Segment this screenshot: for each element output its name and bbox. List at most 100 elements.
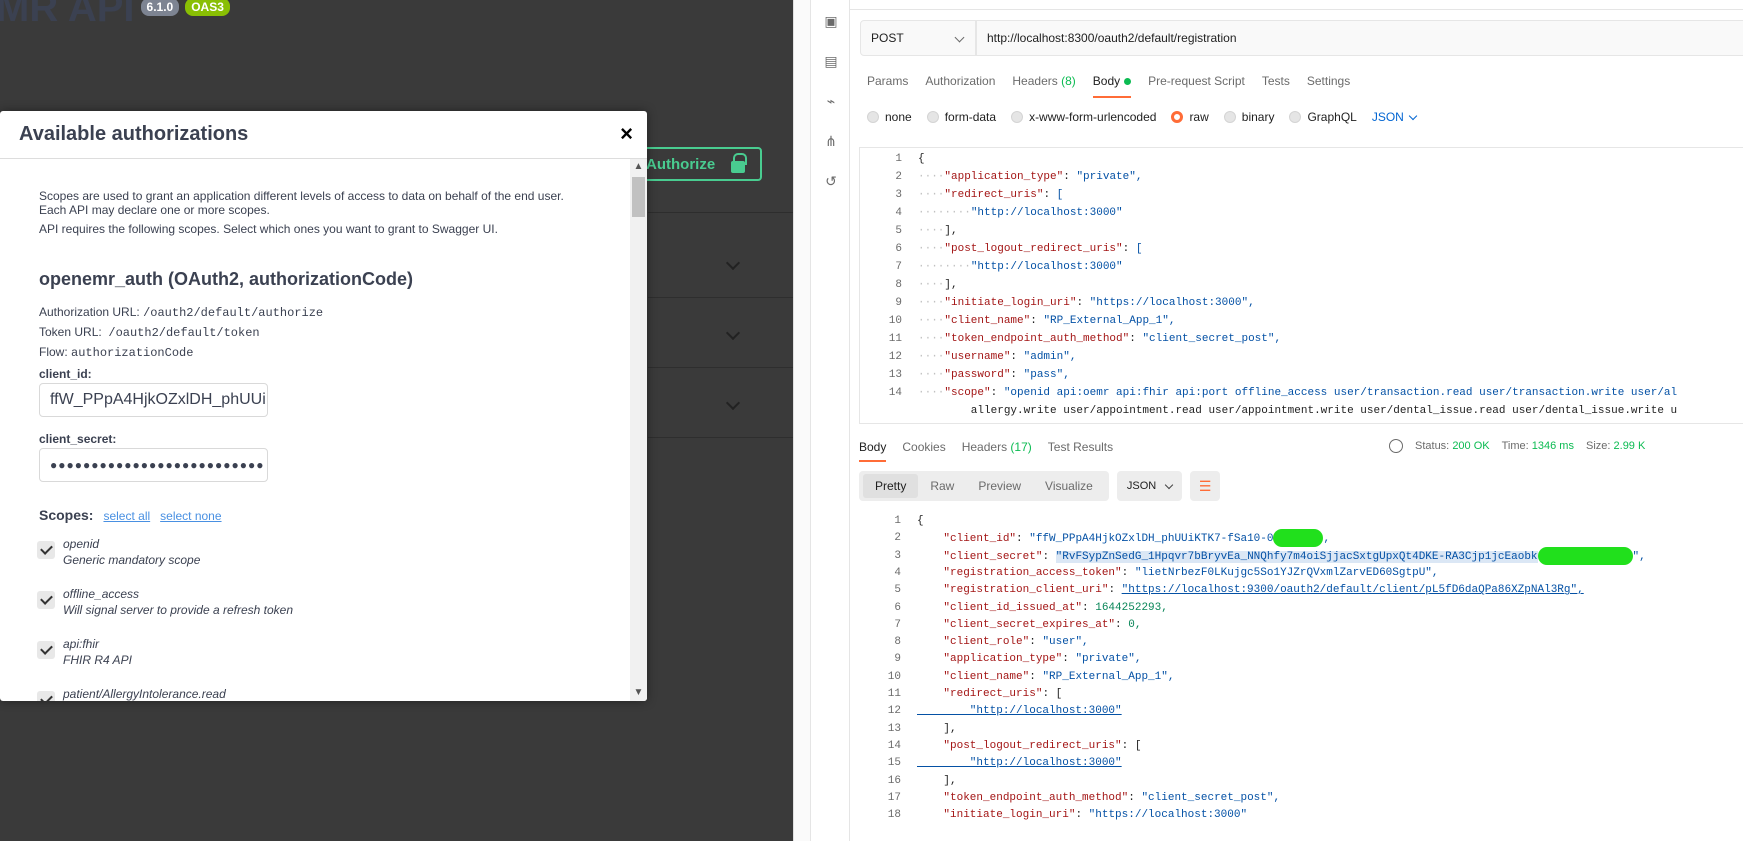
radio-button-selected[interactable] — [1171, 111, 1184, 123]
scope-checkbox[interactable] — [37, 591, 55, 609]
scroll-up-icon[interactable]: ▲ — [630, 159, 647, 175]
scope-item-offline-access[interactable]: offline_access Will signal server to prov… — [37, 587, 293, 617]
wrap-lines-icon[interactable]: ☰ — [1190, 471, 1221, 501]
status-value: 200 OK — [1452, 440, 1490, 452]
select-all-link[interactable]: select all — [103, 509, 150, 523]
code-text: "client_secret": "RvFSypZnSedG_1Hpqvr7bB… — [917, 546, 1646, 566]
tab-pre-request-script[interactable]: Pre-request Script — [1148, 74, 1245, 98]
code-line: 1{ — [860, 150, 1743, 168]
tab-headers-label: Headers — [1012, 74, 1058, 88]
code-text: "client_role": "user", — [943, 636, 1089, 649]
line-number: 8 — [894, 636, 901, 649]
code-text: ········"http://localhost:3000" — [918, 207, 1123, 219]
scope-checkbox[interactable] — [37, 641, 55, 659]
body-format-select[interactable]: JSON — [1372, 110, 1418, 124]
history-icon[interactable]: ↺ — [823, 174, 839, 188]
code-line: 2 ····"application_type": "private", — [860, 168, 1743, 186]
resp-tab-cookies[interactable]: Cookies — [902, 440, 945, 462]
code-text: ····"client_name": "RP_External_App_1", — [918, 315, 1176, 327]
scope-item-allergy[interactable]: patient/AllergyIntolerance.read — [37, 687, 226, 701]
client-id-input[interactable]: ffW_PPpA4HjkOZxlDH_phUUiKTK7 — [39, 383, 268, 417]
method-select[interactable]: POST — [860, 20, 976, 56]
scope-checkbox[interactable] — [37, 541, 55, 559]
flows-icon[interactable]: ⋔ — [823, 134, 839, 148]
code-text: "token_endpoint_auth_method": "client_se… — [943, 791, 1281, 804]
tab-authorization[interactable]: Authorization — [925, 74, 995, 98]
view-preview[interactable]: Preview — [966, 474, 1033, 498]
status-block: Status: 200 OK — [1415, 440, 1490, 453]
response-line: 14 "post_logout_redirect_uris": [ — [859, 737, 1743, 755]
scope-description: Will signal server to provide a refresh … — [63, 603, 293, 617]
radio-button[interactable] — [926, 111, 939, 123]
tab-tests[interactable]: Tests — [1262, 74, 1290, 98]
code-text: "http://localhost:3000" — [917, 757, 1122, 770]
response-line: 15 "http://localhost:3000" — [859, 754, 1743, 772]
body-type-raw[interactable]: raw — [1171, 110, 1209, 124]
body-indicator-dot — [1124, 78, 1132, 86]
code-line: allergy.write user/appointment.read user… — [860, 402, 1743, 420]
resp-tab-test-results[interactable]: Test Results — [1048, 440, 1113, 462]
chevron-down-icon[interactable] — [725, 325, 741, 341]
token-url-label: Token URL: — [39, 325, 102, 339]
resp-tab-body[interactable]: Body — [859, 440, 887, 462]
scope-name: patient/AllergyIntolerance.read — [63, 687, 226, 701]
body-type-graphql[interactable]: GraphQL — [1289, 110, 1357, 124]
response-line: 3 "client_secret": "RvFSypZnSedG_1Hpqvr7… — [859, 546, 1743, 566]
chevron-down-icon[interactable] — [725, 255, 741, 271]
line-number: 8 — [895, 279, 902, 291]
url-input[interactable]: http://localhost:8300/oauth2/default/reg… — [976, 20, 1743, 56]
globe-icon[interactable] — [1389, 439, 1403, 453]
chevron-down-icon[interactable] — [725, 395, 741, 411]
radio-button[interactable] — [1011, 111, 1024, 123]
size-label: Size: — [1585, 440, 1611, 452]
tab-settings[interactable]: Settings — [1307, 74, 1350, 98]
response-body-viewer[interactable]: 1{2 "client_id": "ffW_PPpA4HjkOZxlDH_phU… — [859, 512, 1743, 841]
tab-body[interactable]: Body — [1092, 74, 1132, 98]
tab-headers[interactable]: Headers (8) — [1012, 74, 1075, 98]
authorization-url-value: /oauth2/default/authorize — [143, 306, 324, 320]
endpoint-group-row[interactable] — [648, 298, 793, 368]
scrollbar-thumb[interactable] — [632, 177, 645, 217]
code-text: ····"password": "pass", — [918, 369, 1070, 381]
code-text: allergy.write user/appointment.read user… — [918, 405, 1678, 417]
api-icon[interactable]: ▣ — [823, 14, 839, 28]
environment-icon[interactable]: ▤ — [823, 54, 839, 68]
response-line: 1{ — [859, 512, 1743, 530]
close-icon[interactable]: × — [620, 121, 633, 147]
scroll-down-icon[interactable]: ▼ — [630, 685, 647, 701]
select-none-link[interactable]: select none — [160, 509, 221, 523]
body-type-binary[interactable]: binary — [1223, 110, 1274, 124]
scope-item-api-fhir[interactable]: api:fhir FHIR R4 API — [37, 637, 132, 667]
body-type-urlencoded[interactable]: x-www-form-urlencoded — [1011, 110, 1156, 124]
line-number: 3 — [894, 549, 901, 562]
response-line: 6 "client_id_issued_at": 1644252293, — [859, 599, 1743, 617]
tab-params[interactable]: Params — [867, 74, 908, 98]
time-value: 1346 ms — [1531, 440, 1574, 452]
line-number: 5 — [894, 584, 901, 597]
radio-button[interactable] — [1289, 111, 1302, 123]
token-url-row: Token URL: /oauth2/default/token — [39, 325, 260, 340]
monitor-icon[interactable]: ⌁ — [823, 94, 839, 108]
resp-tab-headers[interactable]: Headers (17) — [962, 440, 1032, 462]
view-visualize[interactable]: Visualize — [1033, 474, 1105, 498]
body-type-label: x-www-form-urlencoded — [1029, 110, 1157, 124]
line-number: 13 — [887, 722, 901, 735]
endpoint-group-row[interactable] — [648, 368, 793, 438]
line-number: 18 — [887, 809, 901, 822]
client-secret-input[interactable]: ●●●●●●●●●●●●●●●●●●●●●●●●●● — [39, 448, 268, 482]
response-line: 10 "client_name": "RP_External_App_1", — [859, 668, 1743, 686]
scope-item-openid[interactable]: openid Generic mandatory scope — [37, 537, 200, 567]
code-text: ····], — [918, 279, 958, 291]
view-raw[interactable]: Raw — [918, 474, 966, 498]
radio-button[interactable] — [1223, 111, 1236, 123]
response-format-select[interactable]: JSON — [1116, 471, 1183, 501]
endpoint-group-row[interactable] — [648, 228, 793, 298]
scope-checkbox[interactable] — [37, 691, 55, 701]
code-text: "client_secret_expires_at": 0, — [943, 618, 1142, 631]
radio-button[interactable] — [867, 111, 879, 123]
modal-scrollbar[interactable]: ▲ ▼ — [630, 159, 647, 701]
body-type-none[interactable]: none — [867, 110, 912, 124]
body-type-form-data[interactable]: form-data — [926, 110, 996, 124]
request-body-editor[interactable]: 1{2 ····"application_type": "private", 3 ··… — [859, 147, 1743, 424]
view-pretty[interactable]: Pretty — [863, 474, 919, 498]
